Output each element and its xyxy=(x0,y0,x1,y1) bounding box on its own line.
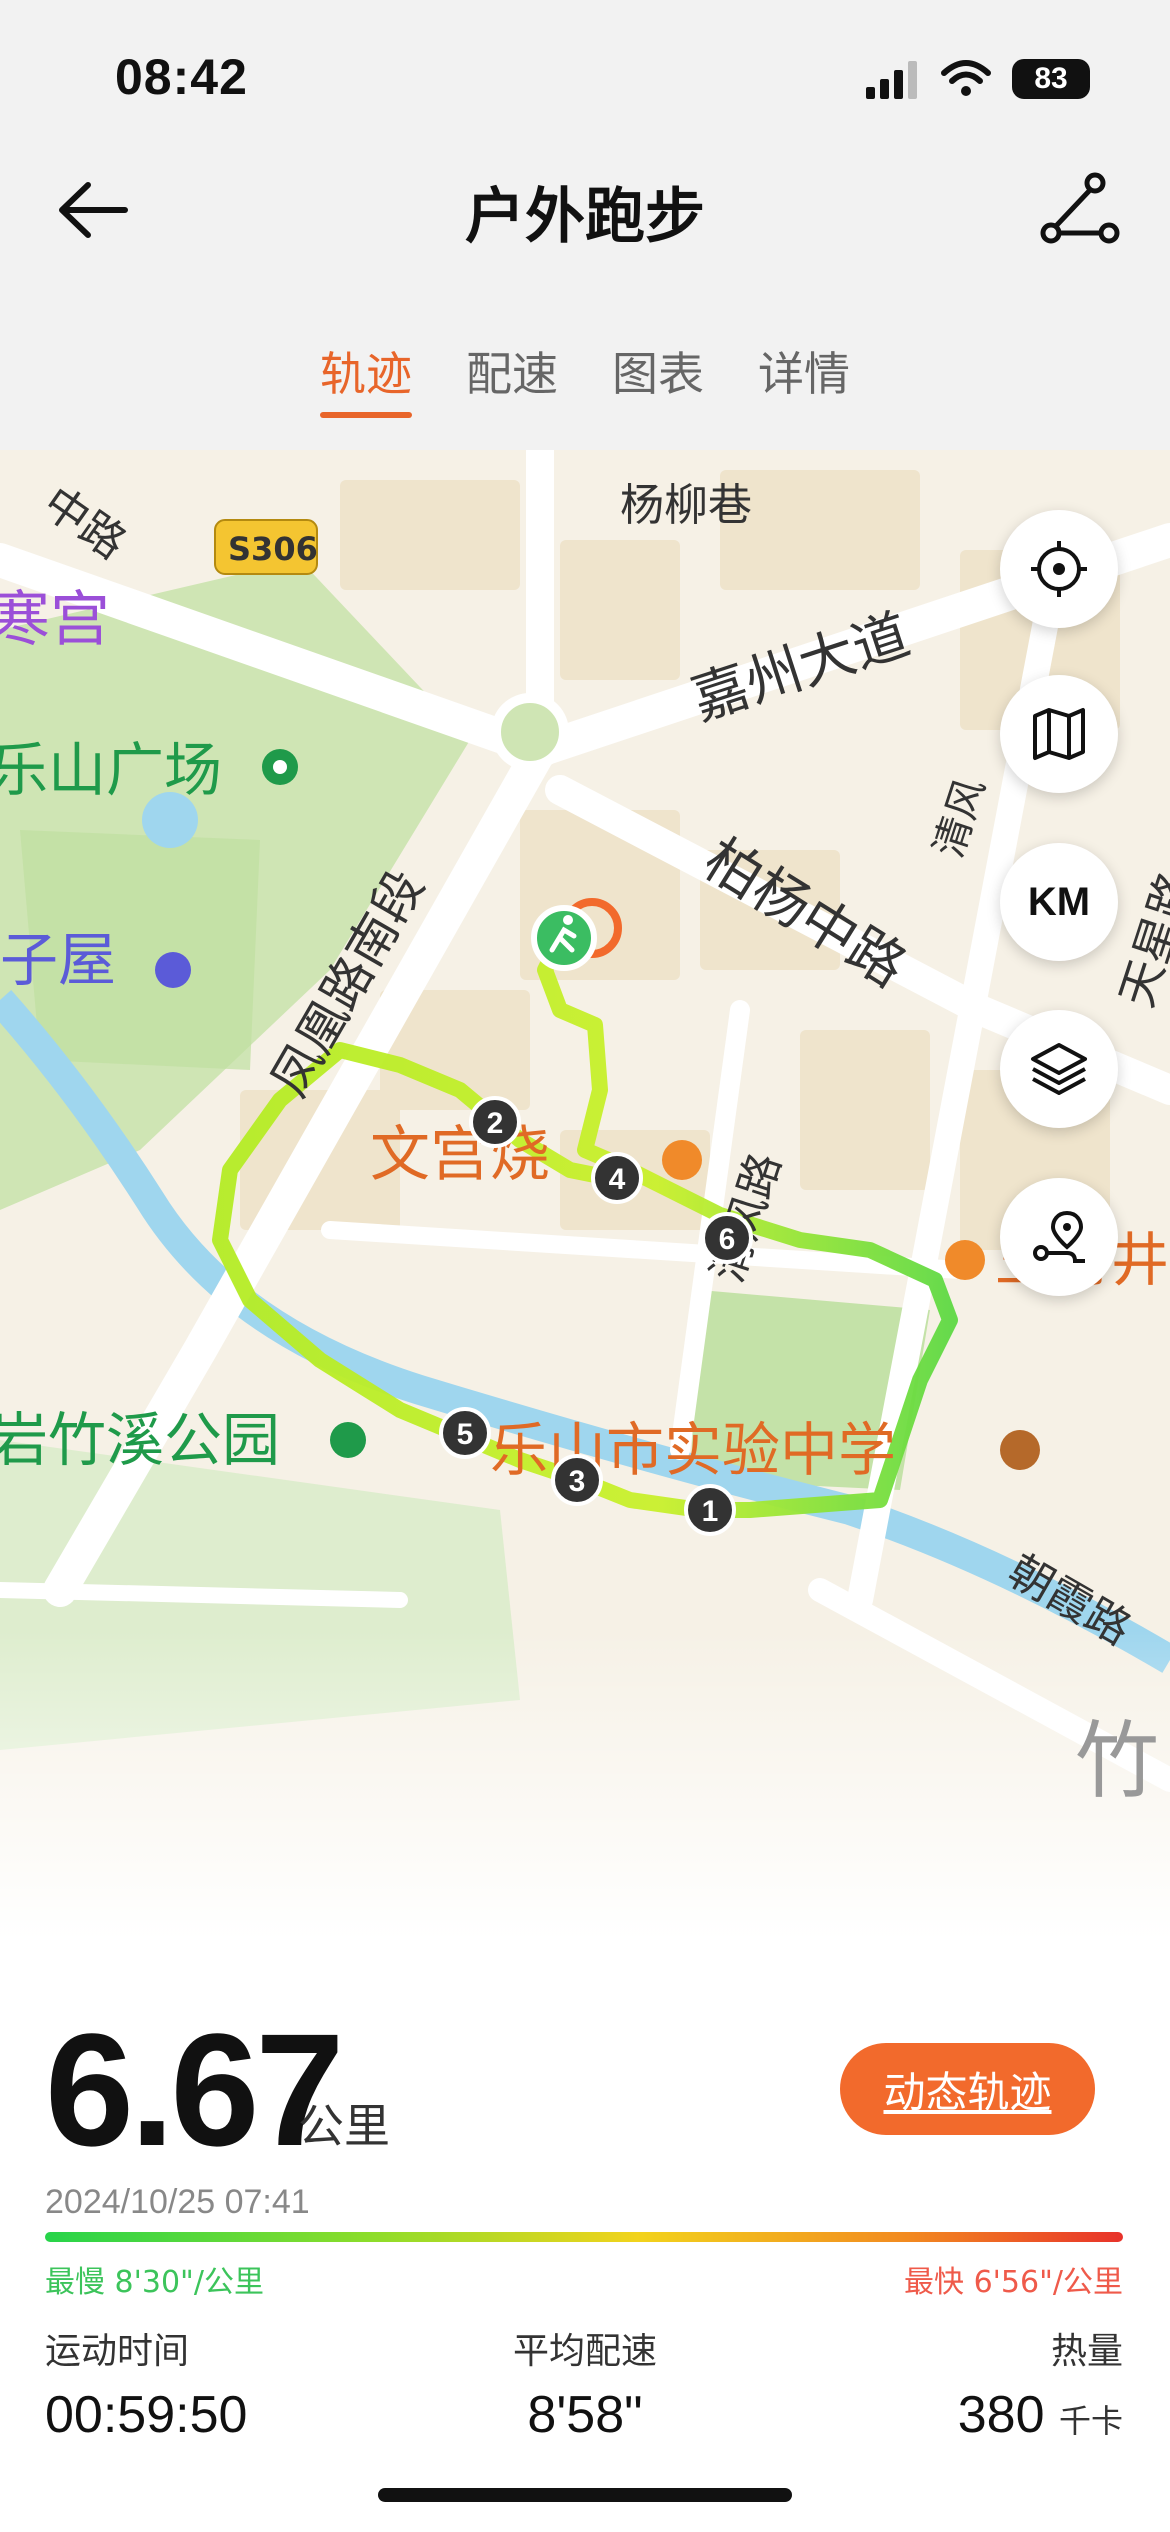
km-marker-1[interactable]: 1 xyxy=(684,1484,736,1536)
locate-button[interactable] xyxy=(1000,510,1118,628)
pace-gradient-bar xyxy=(45,2232,1123,2242)
distance-value: 6.67 xyxy=(45,2000,344,2179)
label-school: 乐山市实验中学 xyxy=(490,1416,896,1484)
tab-track[interactable]: 轨迹 xyxy=(320,338,412,418)
tab-details[interactable]: 详情 xyxy=(758,338,850,418)
label-yangliu: 杨柳巷 xyxy=(620,480,752,531)
calories-unit: 千卡 xyxy=(1058,2403,1123,2439)
avg-pace-label: 平均配速 xyxy=(512,2331,657,2372)
label-zhu: 竹 xyxy=(1075,1712,1159,1810)
home-indicator xyxy=(378,2488,792,2502)
svg-text:1: 1 xyxy=(702,1495,719,1528)
label-wengong: 文宫烧 xyxy=(370,1120,550,1190)
svg-text:5: 5 xyxy=(457,1418,474,1451)
km-marker-3[interactable]: 3 xyxy=(551,1454,603,1506)
svg-text:4: 4 xyxy=(609,1163,626,1196)
label-zi-house: 子屋 xyxy=(0,926,116,994)
status-time: 08:42 xyxy=(115,49,248,105)
duration-value: 00:59:50 xyxy=(45,2386,248,2444)
fastest-pace: 最快 6'56"/公里 xyxy=(904,2265,1123,2300)
map-icon xyxy=(1033,708,1085,760)
battery-indicator: 83 xyxy=(1012,59,1090,99)
calories-value-group: 380 千卡 xyxy=(958,2385,1123,2445)
slowest-pace: 最慢 8'30"/公里 xyxy=(45,2265,264,2300)
route-share-button[interactable] xyxy=(1035,165,1125,255)
label-zhuxi-park: 岩竹溪公园 xyxy=(0,1406,280,1474)
signal-icon xyxy=(866,61,917,99)
route-view-button[interactable] xyxy=(1000,1178,1118,1296)
page-title: 户外跑步 xyxy=(465,182,705,252)
km-toggle-button[interactable]: KM xyxy=(1000,843,1118,961)
locate-icon xyxy=(1031,541,1087,597)
activity-datetime: 2024/10/25 07:41 xyxy=(45,2183,310,2221)
label-s306: S306 xyxy=(228,530,318,568)
km-marker-4[interactable]: 4 xyxy=(591,1152,643,1204)
duration-label: 运动时间 xyxy=(45,2331,190,2372)
km-label: KM xyxy=(1027,879,1091,924)
route-map[interactable]: 中路 S306 杨柳巷 嘉州大道 寒宫 乐山广场 柏杨中路 清风 天星路 凤凰路… xyxy=(0,436,1170,1940)
calories-label: 热量 xyxy=(1050,2331,1123,2372)
distance-unit: 公里 xyxy=(298,2099,390,2153)
tab-pace[interactable]: 配速 xyxy=(466,338,558,418)
svg-text:6: 6 xyxy=(719,1223,736,1256)
status-icons: 83 xyxy=(864,52,1090,106)
km-marker-2[interactable]: 2 xyxy=(469,1096,521,1148)
tab-bar: 轨迹 配速 图表 详情 xyxy=(0,338,1170,418)
route-nodes-icon xyxy=(1040,172,1120,244)
km-marker-5[interactable]: 5 xyxy=(439,1407,491,1459)
label-hangong: 寒宫 xyxy=(0,585,110,655)
km-marker-6[interactable]: 6 xyxy=(701,1212,753,1264)
label-leshan-square: 乐山广场 xyxy=(0,736,222,804)
svg-text:2: 2 xyxy=(487,1107,504,1140)
wifi-icon xyxy=(941,60,991,96)
tab-chart[interactable]: 图表 xyxy=(612,338,704,418)
svg-text:3: 3 xyxy=(569,1465,586,1498)
dynamic-track-button[interactable]: 动态轨迹 xyxy=(840,2043,1095,2135)
avg-pace-value: 8'58" xyxy=(527,2386,643,2444)
calories-value: 380 xyxy=(957,2386,1045,2444)
layers-icon xyxy=(1031,1043,1087,1095)
map-canvas: 中路 S306 杨柳巷 嘉州大道 寒宫 乐山广场 柏杨中路 清风 天星路 凤凰路… xyxy=(0,436,1170,1940)
s306-shield: S306 xyxy=(214,519,318,575)
map-style-button[interactable] xyxy=(1000,675,1118,793)
route-icon xyxy=(1033,1210,1085,1263)
layers-button[interactable] xyxy=(1000,1010,1118,1128)
